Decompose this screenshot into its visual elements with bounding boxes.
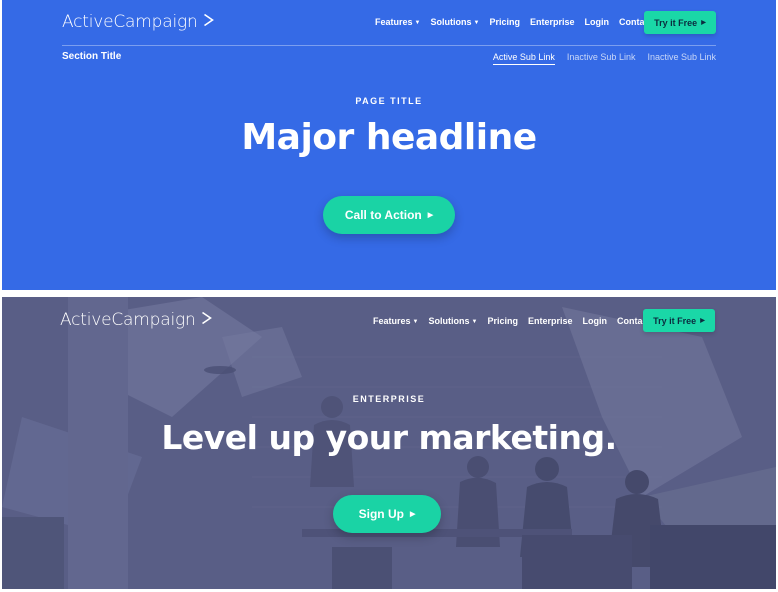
nav-features[interactable]: Features ▼ — [375, 17, 420, 27]
main-nav: Features ▼ Solutions ▼ Pricing Enterprise … — [373, 316, 650, 326]
sub-link-inactive-1[interactable]: Inactive Sub Link — [567, 52, 636, 65]
try-it-free-label: Try it Free — [653, 315, 697, 326]
triangle-right-icon: ▶ — [409, 511, 416, 518]
triangle-right-icon: ▶ — [701, 20, 706, 26]
sub-link-inactive-2[interactable]: Inactive Sub Link — [647, 52, 716, 65]
logo-text: ActiveCampaign — [60, 310, 196, 330]
eyebrow-label: ENTERPRISE — [352, 394, 426, 404]
try-it-free-button[interactable]: Try it Free ▶ — [644, 11, 716, 34]
nav-login[interactable]: Login — [584, 17, 609, 27]
chevron-right-icon — [201, 310, 212, 330]
nav-solutions-label: Solutions — [428, 316, 470, 326]
sign-up-label: Sign Up — [358, 507, 404, 521]
call-to-action-button[interactable]: Call to Action ▶ — [323, 196, 455, 234]
triangle-right-icon: ▶ — [427, 212, 434, 219]
try-it-free-label: Try it Free — [654, 17, 698, 28]
nav-login[interactable]: Login — [582, 316, 607, 326]
hero-section-photo: ActiveCampaign Features ▼ Solutions ▼ Pric… — [2, 297, 776, 589]
page-title: PAGE TITLE — [355, 96, 423, 106]
chevron-right-icon — [203, 12, 214, 32]
nav-enterprise[interactable]: Enterprise — [530, 17, 575, 27]
nav-solutions[interactable]: Solutions ▼ — [430, 17, 479, 27]
main-headline: Level up your marketing. — [161, 418, 617, 457]
sub-link-active[interactable]: Active Sub Link — [492, 52, 555, 65]
logo[interactable]: ActiveCampaign — [62, 12, 214, 32]
major-headline: Major headline — [241, 117, 537, 158]
nav-divider — [62, 45, 716, 46]
nav-pricing[interactable]: Pricing — [487, 316, 518, 326]
caret-down-icon: ▼ — [473, 20, 480, 26]
nav-solutions[interactable]: Solutions ▼ — [428, 316, 477, 326]
nav-solutions-label: Solutions — [430, 17, 472, 27]
main-nav: Features ▼ Solutions ▼ Pricing Enterprise … — [375, 17, 652, 27]
nav-features-label: Features — [373, 316, 411, 326]
nav-features-label: Features — [375, 17, 413, 27]
try-it-free-button[interactable]: Try it Free ▶ — [643, 309, 715, 332]
nav-enterprise[interactable]: Enterprise — [528, 316, 573, 326]
call-to-action-label: Call to Action — [344, 208, 422, 222]
nav-features[interactable]: Features ▼ — [373, 316, 418, 326]
sub-nav: Active Sub Link Inactive Sub Link Inacti… — [492, 52, 716, 65]
caret-down-icon: ▼ — [414, 20, 421, 26]
logo[interactable]: ActiveCampaign — [60, 310, 212, 330]
triangle-right-icon: ▶ — [700, 318, 705, 324]
section-title: Section Title — [62, 51, 122, 62]
hero-section-blue: ActiveCampaign Features ▼ Solutions ▼ Pric… — [2, 0, 776, 290]
caret-down-icon: ▼ — [412, 319, 419, 325]
logo-text: ActiveCampaign — [62, 12, 198, 32]
nav-pricing[interactable]: Pricing — [489, 17, 520, 27]
caret-down-icon: ▼ — [471, 319, 478, 325]
sign-up-button[interactable]: Sign Up ▶ — [333, 495, 441, 533]
